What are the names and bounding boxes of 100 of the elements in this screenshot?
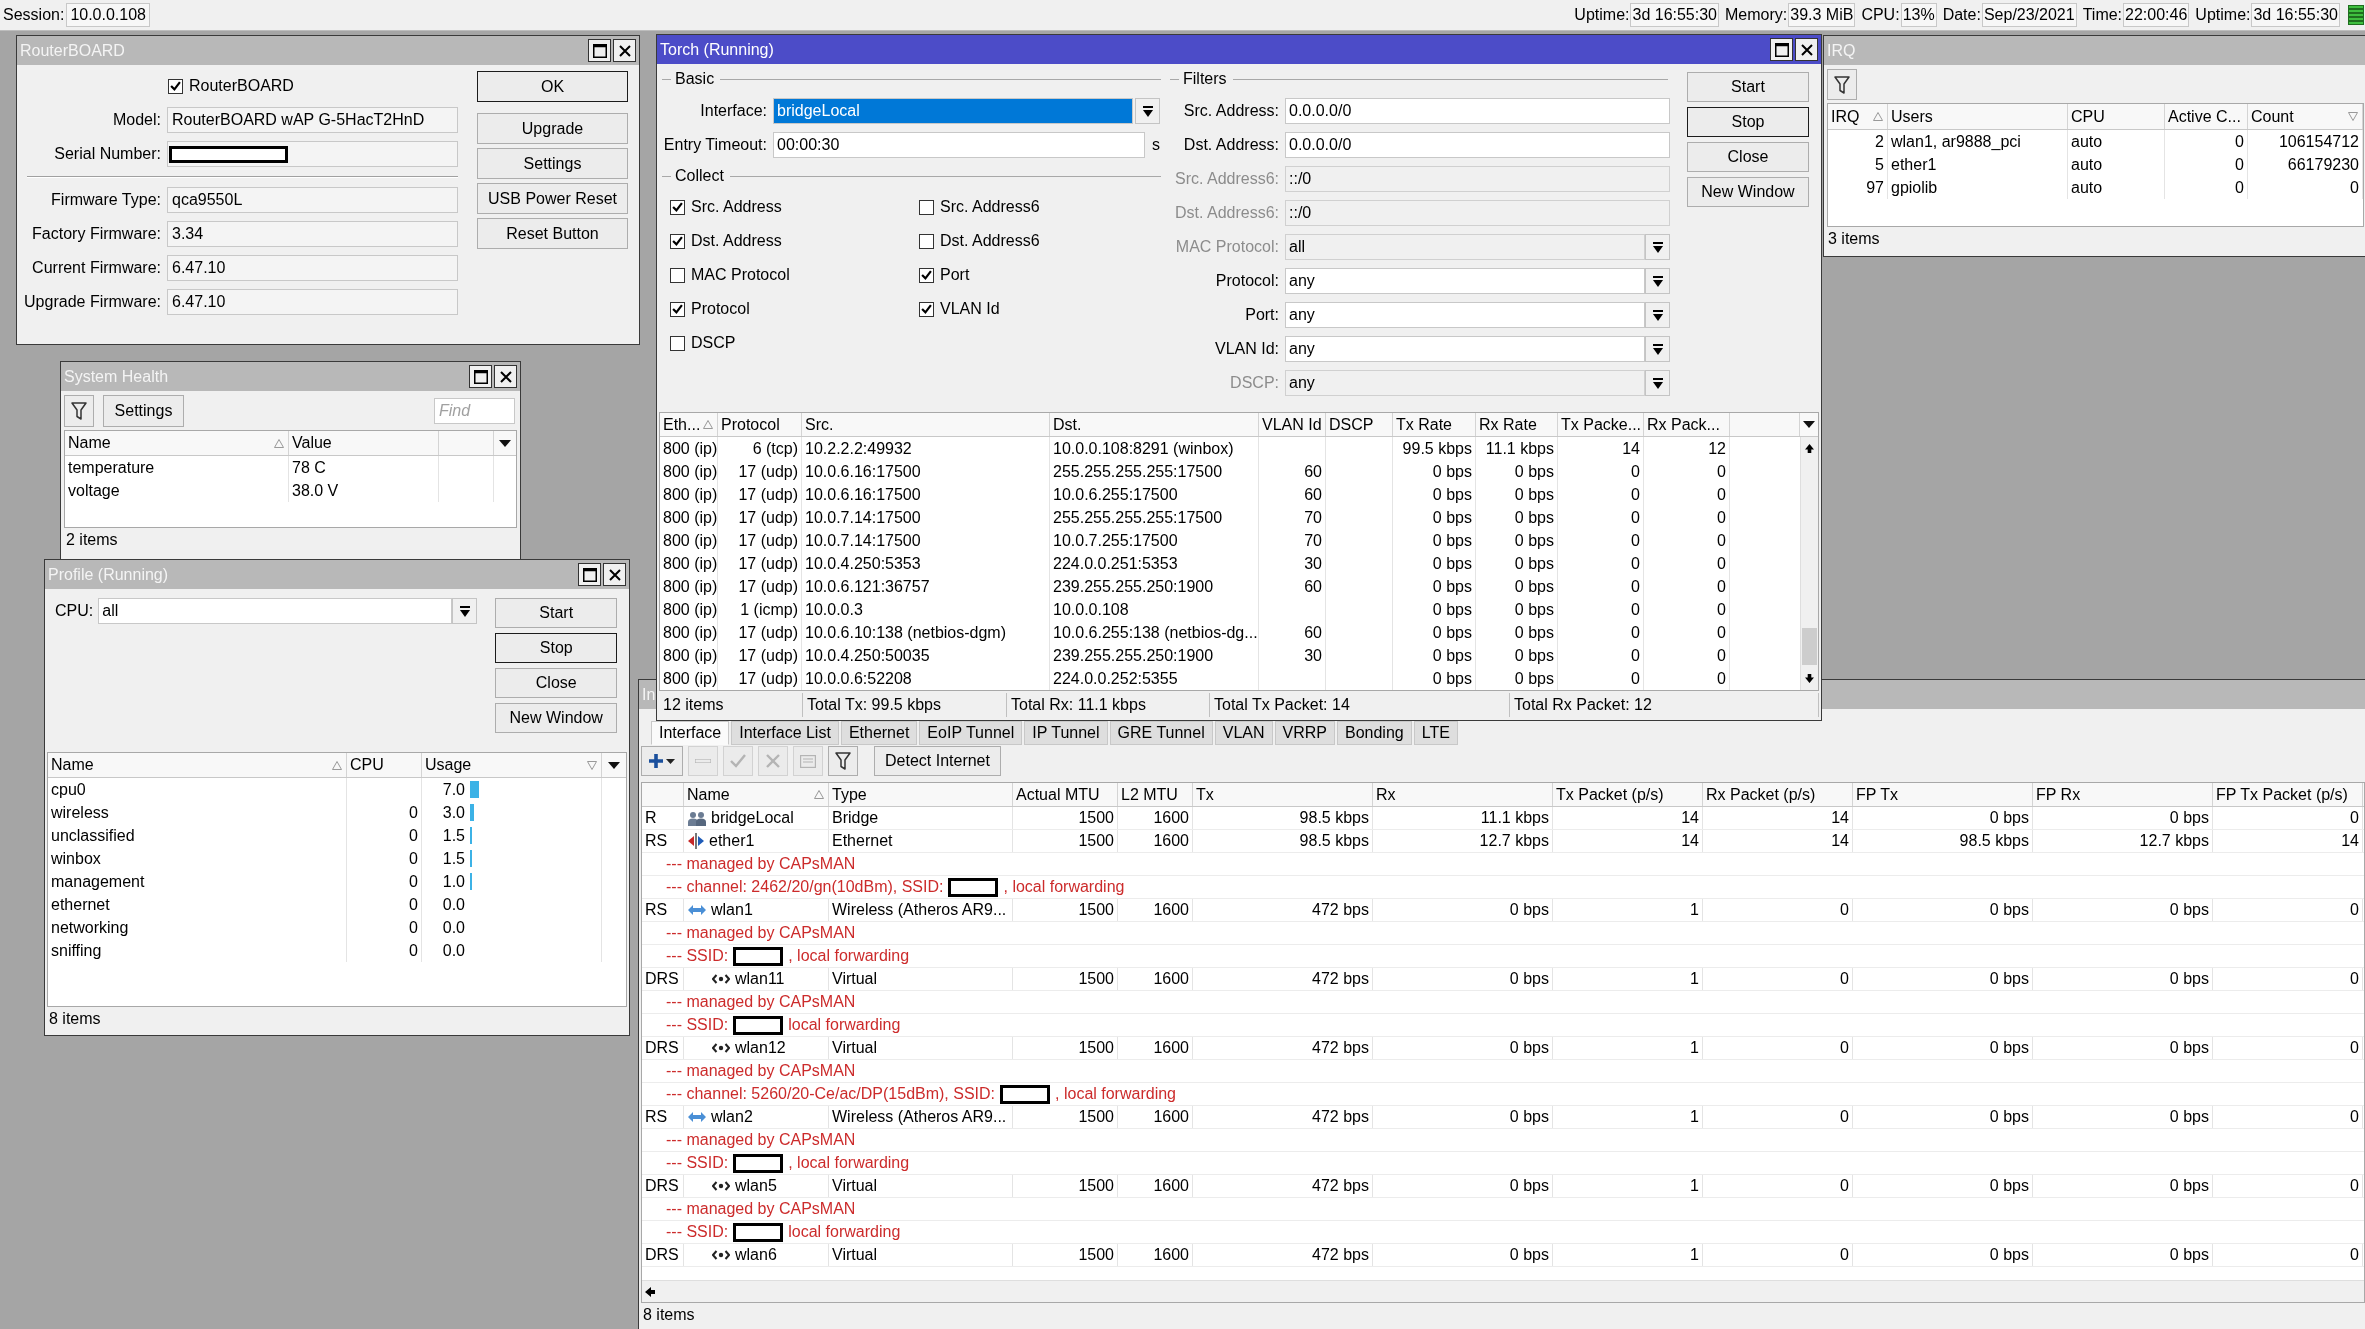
filter-button[interactable]	[1827, 69, 1857, 100]
column-header[interactable]: L2 MTU	[1118, 783, 1193, 806]
column-header[interactable]: Tx Packet (p/s)	[1553, 783, 1703, 806]
filter-button[interactable]	[64, 395, 94, 427]
dropdown-button[interactable]	[452, 598, 478, 624]
column-header[interactable]: Active C...	[2165, 104, 2248, 129]
value-field[interactable]	[167, 141, 458, 167]
window-maximize-button[interactable]	[578, 563, 601, 586]
tab[interactable]: Interface	[651, 721, 730, 745]
window-maximize-button[interactable]	[588, 39, 611, 62]
tab[interactable]: Interface List	[731, 721, 839, 745]
tab[interactable]: EoIP Tunnel	[919, 721, 1023, 745]
settings-button[interactable]: Settings	[477, 148, 628, 179]
column-header[interactable]: CPU	[347, 753, 422, 777]
checkbox[interactable]	[168, 78, 183, 94]
dropdown-button[interactable]	[1135, 98, 1160, 124]
timeout-field[interactable]: 00:00:30	[773, 132, 1145, 158]
cpu-field[interactable]: all	[98, 598, 453, 624]
window-close-button[interactable]	[613, 39, 636, 62]
column-header[interactable]: Value	[289, 431, 439, 455]
settings-button[interactable]: Settings	[103, 395, 184, 427]
tab[interactable]: Ethernet	[840, 721, 918, 745]
column-header[interactable]: VLAN Id	[1259, 413, 1326, 436]
checkbox[interactable]	[919, 233, 934, 249]
filter-dropdown[interactable]: any	[1285, 336, 1645, 362]
checkbox[interactable]	[670, 267, 685, 283]
window-close-button[interactable]	[603, 563, 626, 586]
column-header[interactable]: Dst.	[1050, 413, 1259, 436]
checkbox[interactable]	[919, 199, 934, 215]
value-field[interactable]: qca9550L	[167, 187, 458, 213]
checkbox[interactable]	[670, 301, 685, 317]
tab[interactable]: IP Tunnel	[1024, 721, 1108, 745]
window-close-button[interactable]	[1795, 38, 1818, 61]
dropdown-button[interactable]	[1645, 336, 1670, 362]
upgrade-button[interactable]: Upgrade	[477, 113, 628, 144]
caret-down-icon[interactable]	[1803, 421, 1815, 428]
column-header[interactable]: Actual MTU	[1013, 783, 1118, 806]
value-field[interactable]: RouterBOARD wAP G-5HacT2HnD	[167, 107, 458, 133]
column-header[interactable]: Src.	[802, 413, 1050, 436]
column-header[interactable]: FP Rx	[2033, 783, 2213, 806]
tab[interactable]: LTE	[1413, 721, 1458, 745]
column-header[interactable]: Rx Rate	[1476, 413, 1558, 436]
filter-dropdown[interactable]: any	[1285, 268, 1645, 294]
caret-down-icon[interactable]	[608, 761, 620, 769]
caret-down-icon[interactable]	[499, 439, 511, 447]
filter-field[interactable]: 0.0.0.0/0	[1285, 98, 1670, 124]
scrollbar[interactable]	[642, 1280, 2364, 1302]
start-button[interactable]: Start	[1687, 72, 1809, 102]
column-header[interactable]: CPU	[2068, 104, 2165, 129]
close-button[interactable]: Close	[1687, 142, 1809, 172]
column-header[interactable]: Usage	[422, 753, 602, 777]
column-header[interactable]: Eth...	[660, 413, 718, 436]
checkbox[interactable]	[919, 301, 934, 317]
scrollbar-thumb[interactable]	[1802, 628, 1817, 665]
column-header[interactable]: Tx	[1193, 783, 1373, 806]
column-header[interactable]: Rx	[1373, 783, 1553, 806]
interface-field[interactable]: bridgeLocal	[773, 98, 1133, 124]
dropdown-button[interactable]	[1645, 302, 1670, 328]
tab[interactable]: VRRP	[1274, 721, 1335, 745]
column-header[interactable]: Name	[65, 431, 289, 455]
value-field[interactable]: 3.34	[167, 221, 458, 247]
filter-button[interactable]	[828, 746, 858, 776]
dropdown-button[interactable]	[1645, 370, 1670, 396]
start-button[interactable]: Start	[495, 598, 618, 628]
column-header[interactable]: Rx Packet (p/s)	[1703, 783, 1853, 806]
checkbox[interactable]	[670, 199, 685, 215]
filter-dropdown[interactable]: any	[1285, 302, 1645, 328]
ok-button[interactable]: OK	[477, 71, 628, 102]
tab[interactable]: GRE Tunnel	[1109, 721, 1213, 745]
find-field[interactable]: Find	[434, 398, 515, 424]
column-header[interactable]: Type	[829, 783, 1013, 806]
column-header[interactable]: Tx Rate	[1393, 413, 1476, 436]
reset-button[interactable]: Reset Button	[477, 218, 628, 249]
checkbox[interactable]	[919, 267, 934, 283]
column-header[interactable]: Rx Pack...	[1644, 413, 1730, 436]
usb-power-reset-button[interactable]: USB Power Reset	[477, 183, 628, 214]
window-maximize-button[interactable]	[469, 365, 492, 388]
column-header[interactable]: Count	[2248, 104, 2363, 129]
column-header[interactable]: FP Tx Packet (p/s)	[2213, 783, 2363, 806]
filter-field[interactable]: 0.0.0.0/0	[1285, 132, 1670, 158]
column-header[interactable]: Protocol	[718, 413, 802, 436]
column-header[interactable]: DSCP	[1326, 413, 1393, 436]
add-button[interactable]	[641, 746, 683, 776]
checkbox[interactable]	[670, 233, 685, 249]
tab[interactable]: Bonding	[1336, 721, 1412, 745]
window-maximize-button[interactable]	[1770, 38, 1793, 61]
tab[interactable]: VLAN	[1214, 721, 1273, 745]
stop-button[interactable]: Stop	[495, 633, 618, 663]
dropdown-button[interactable]	[1645, 268, 1670, 294]
stop-button[interactable]: Stop	[1687, 107, 1809, 137]
value-field[interactable]: 6.47.10	[167, 289, 458, 315]
checkbox[interactable]	[670, 335, 685, 351]
scrollbar[interactable]	[1800, 437, 1818, 690]
column-header[interactable]: Users	[1888, 104, 2068, 129]
column-header[interactable]: Name	[684, 783, 829, 806]
new-window-button[interactable]: New Window	[495, 703, 618, 733]
close-button[interactable]: Close	[495, 668, 618, 698]
new-window-button[interactable]: New Window	[1687, 177, 1809, 207]
dropdown-button[interactable]	[1645, 234, 1670, 260]
value-field[interactable]: 6.47.10	[167, 255, 458, 281]
